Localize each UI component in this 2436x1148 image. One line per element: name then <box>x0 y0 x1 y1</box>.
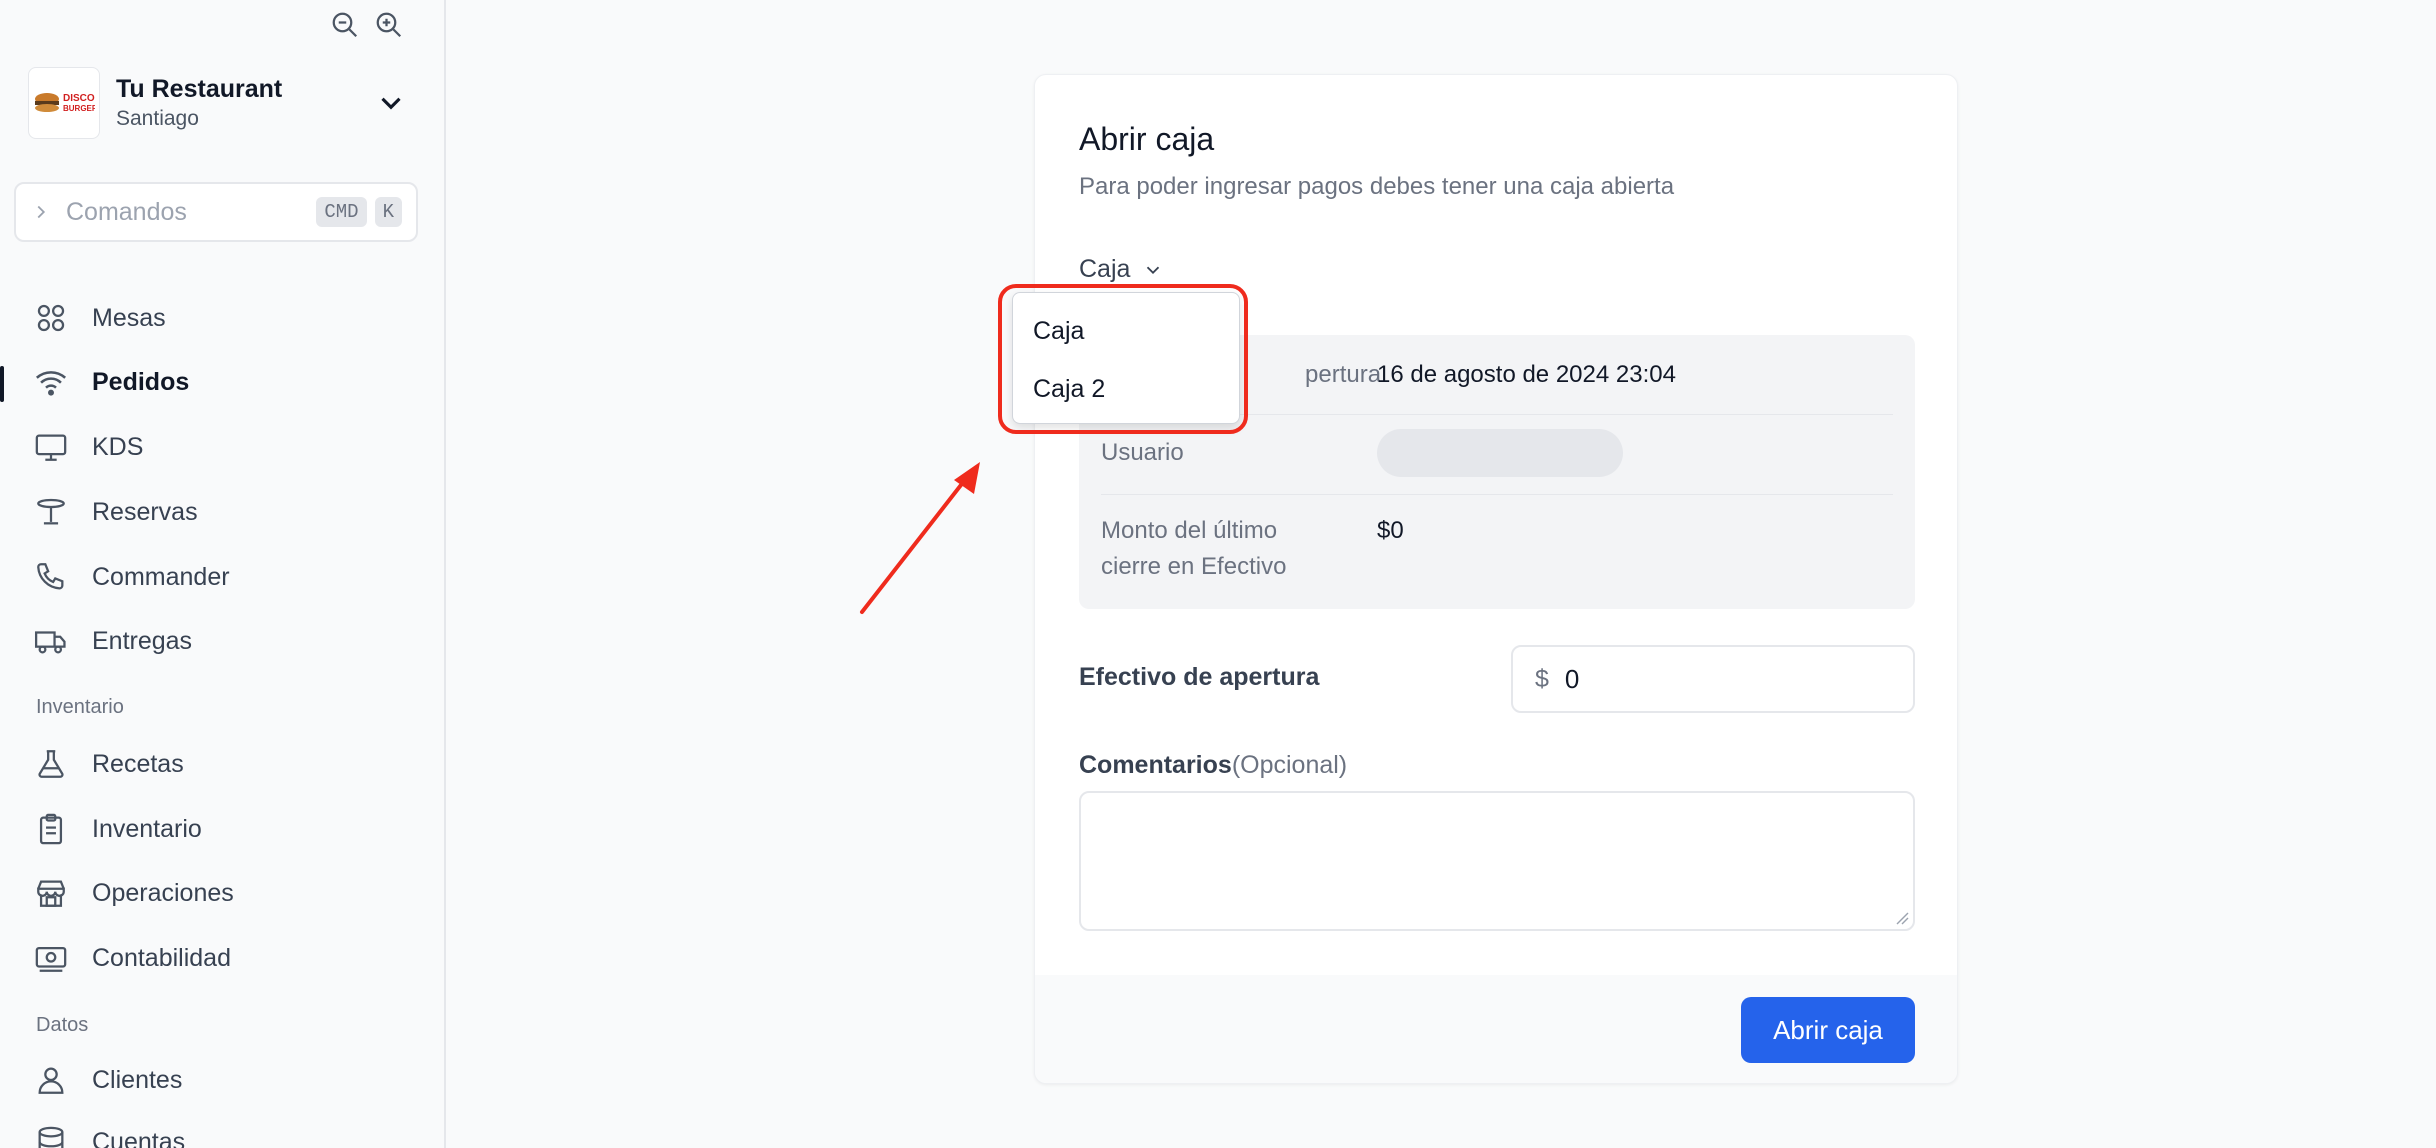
comentarios-textarea[interactable] <box>1079 791 1915 931</box>
card-subtitle: Para poder ingresar pagos debes tener un… <box>1079 173 1675 200</box>
dropdown-option-caja[interactable]: Caja <box>1033 317 1084 346</box>
card-footer: Abrir caja <box>1035 975 1957 1083</box>
nav-operaciones[interactable]: Operaciones <box>34 869 234 917</box>
table-icon <box>37 498 65 525</box>
comentarios-label: Comentarios(Opcional) <box>1079 751 1347 780</box>
chevron-down-icon <box>1147 266 1160 274</box>
command-placeholder: Comandos <box>66 197 187 226</box>
nav-commander[interactable]: Commander <box>34 553 230 601</box>
nav-label: Contabilidad <box>92 943 231 972</box>
nav-pedidos[interactable]: Pedidos <box>34 358 189 406</box>
caja-select-label: Caja <box>1079 255 1131 283</box>
card-title: Abrir caja <box>1079 121 1215 157</box>
usuario-label: Usuario <box>1101 439 1184 466</box>
nav-contabilidad[interactable]: Contabilidad <box>34 934 231 982</box>
chevron-down-icon[interactable] <box>374 86 408 120</box>
nav-reservas[interactable]: Reservas <box>34 488 198 536</box>
efectivo-input[interactable]: $ 0 <box>1511 645 1915 713</box>
nav-kds[interactable]: KDS <box>34 423 143 471</box>
nav-clientes[interactable]: Clientes <box>34 1056 182 1104</box>
svg-text:BURGER: BURGER <box>63 104 95 113</box>
optional-hint: (Opcional) <box>1231 751 1348 779</box>
user-icon <box>38 1067 64 1094</box>
caja-select[interactable]: Caja <box>1079 255 1164 284</box>
monto-label-line2: cierre en Efectivo <box>1101 553 1287 580</box>
zoom-in-icon[interactable] <box>374 10 404 40</box>
comentarios-label-text: Comentarios <box>1079 751 1232 779</box>
zoom-out-icon[interactable] <box>330 10 360 40</box>
user-placeholder <box>1377 429 1623 477</box>
dropdown-option-caja-2[interactable]: Caja 2 <box>1033 375 1105 404</box>
info-row-usuario: Usuario <box>1101 415 1893 495</box>
svg-text:DISCO: DISCO <box>63 93 95 104</box>
nav-label: Clientes <box>92 1065 183 1094</box>
grid-icon <box>37 304 65 332</box>
nav-label: Cuentas <box>92 1127 186 1148</box>
nav-label: KDS <box>92 432 144 461</box>
nav-label: Operaciones <box>92 878 234 907</box>
store-icon <box>37 880 65 907</box>
clipboard-icon <box>39 813 63 845</box>
nav-label: Reservas <box>92 497 198 526</box>
database-icon <box>38 1126 64 1148</box>
restaurant-logo: DISCO BURGER <box>28 67 100 139</box>
apertura-value: 16 de agosto de 2024 23:04 <box>1377 361 1676 388</box>
sidebar: DISCO BURGER Tu Restaurant Santiago Coma… <box>0 0 446 1148</box>
wifi-icon <box>35 371 67 396</box>
resize-handle-icon[interactable] <box>1893 909 1909 925</box>
monto-label-line1: Monto del último <box>1101 517 1278 544</box>
monto-value: $0 <box>1377 517 1404 544</box>
open-register-card: Abrir caja Para poder ingresar pagos deb… <box>1034 74 1958 1084</box>
restaurant-city: Santiago <box>116 107 199 130</box>
currency-symbol: $ <box>1535 664 1549 693</box>
cash-icon <box>35 946 67 972</box>
chevron-right-icon <box>30 201 52 223</box>
annotation-arrow-icon <box>860 462 980 614</box>
nav-cuentas[interactable]: Cuentas <box>34 1118 185 1148</box>
nav-entregas[interactable]: Entregas <box>34 617 192 665</box>
nav-recetas[interactable]: Recetas <box>34 740 184 788</box>
caja-dropdown-menu: Caja Caja 2 <box>1012 292 1240 424</box>
apertura-label: pertura <box>1305 361 1382 388</box>
monitor-icon <box>35 434 67 461</box>
nav-label: Entregas <box>92 626 193 655</box>
nav-label: Pedidos <box>92 367 190 396</box>
restaurant-switcher[interactable]: DISCO BURGER Tu Restaurant Santiago <box>28 66 408 140</box>
active-indicator <box>0 366 4 402</box>
phone-icon <box>37 563 64 590</box>
section-inventario: Inventario <box>36 696 124 718</box>
nav-mesas[interactable]: Mesas <box>34 294 166 342</box>
restaurant-name: Tu Restaurant <box>116 75 283 103</box>
nav-label: Commander <box>92 562 230 591</box>
nav-inventario[interactable]: Inventario <box>34 805 202 853</box>
efectivo-label: Efectivo de apertura <box>1079 663 1320 691</box>
nav-label: Inventario <box>92 814 202 843</box>
efectivo-value: 0 <box>1564 663 1580 694</box>
abrir-caja-button[interactable]: Abrir caja <box>1741 997 1915 1063</box>
nav-label: Mesas <box>92 303 166 332</box>
command-palette-input[interactable]: Comandos CMD K <box>14 182 418 242</box>
truck-icon <box>34 631 66 654</box>
nav-label: Recetas <box>92 749 184 778</box>
info-row-monto: Monto del último cierre en Efectivo $0 <box>1101 495 1893 609</box>
flask-icon <box>38 750 64 778</box>
shortcut-key-k: K <box>374 197 402 227</box>
section-datos: Datos <box>36 1014 89 1036</box>
shortcut-key-cmd: CMD <box>316 197 367 227</box>
